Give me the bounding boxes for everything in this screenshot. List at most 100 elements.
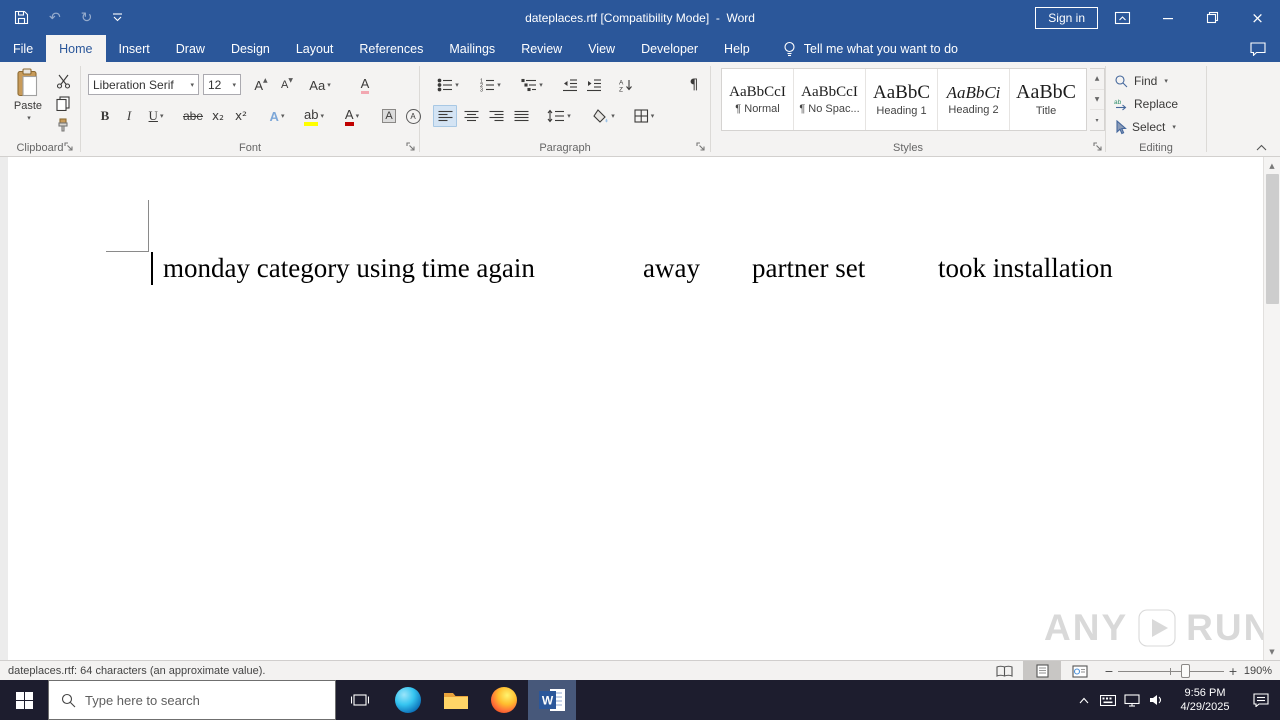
tab-help[interactable]: Help — [711, 35, 763, 62]
tab-developer[interactable]: Developer — [628, 35, 711, 62]
format-painter-button[interactable] — [52, 114, 74, 136]
increase-indent-button[interactable] — [582, 74, 606, 96]
cut-button[interactable] — [52, 70, 74, 92]
zoom-in-button[interactable]: + — [1226, 661, 1240, 681]
show-paragraph-marks-button[interactable]: ¶ — [682, 74, 706, 96]
scrollbar-thumb[interactable] — [1266, 174, 1279, 304]
action-center-icon[interactable] — [1242, 680, 1280, 720]
style-title[interactable]: AaBbC Title — [1010, 69, 1082, 130]
justify-button[interactable] — [509, 105, 533, 127]
document-text-segment[interactable]: away — [643, 252, 700, 286]
tab-insert[interactable]: Insert — [106, 35, 163, 62]
font-name-dropdown-icon[interactable]: ▾ — [190, 81, 194, 89]
minimize-button[interactable] — [1145, 0, 1190, 35]
print-layout-button[interactable] — [1023, 661, 1061, 681]
sort-button[interactable]: AZ — [613, 74, 639, 96]
subscript-button[interactable]: x₂ — [207, 105, 229, 127]
bullets-button[interactable]: ▾ — [433, 74, 463, 96]
shrink-font-button[interactable]: A ▼ — [275, 74, 299, 96]
zoom-out-button[interactable]: − — [1102, 661, 1116, 681]
scroll-down-icon[interactable]: ▼ — [1264, 643, 1280, 660]
show-hidden-icons-chevron[interactable] — [1072, 680, 1096, 720]
superscript-button[interactable]: x² — [230, 105, 252, 127]
style-heading-1[interactable]: AaBbC Heading 1 — [866, 69, 938, 130]
close-button[interactable]: × — [1235, 0, 1280, 35]
taskbar-file-explorer-button[interactable] — [432, 680, 480, 720]
change-case-button[interactable]: Aa ▾ — [303, 74, 337, 96]
gallery-scroll-down-icon[interactable]: ▼ — [1090, 90, 1104, 111]
ribbon-display-options-icon[interactable] — [1114, 10, 1131, 26]
highlight-color-button[interactable]: ab ▾ — [297, 105, 331, 127]
grow-font-button[interactable]: A ▲ — [249, 74, 273, 96]
paste-button[interactable]: Paste ▾ — [7, 68, 49, 138]
tab-layout[interactable]: Layout — [283, 35, 347, 62]
decrease-indent-button[interactable] — [558, 74, 582, 96]
redo-icon[interactable]: ↻ — [81, 11, 93, 25]
underline-button[interactable]: U ▾ — [141, 105, 171, 127]
clipboard-dialog-launcher-icon[interactable] — [64, 142, 74, 152]
tell-me-box[interactable]: Tell me what you want to do — [783, 35, 958, 62]
numbering-button[interactable]: 1 2 3 ▾ — [475, 74, 505, 96]
task-view-button[interactable] — [336, 680, 384, 720]
font-size-dropdown-icon[interactable]: ▾ — [232, 81, 236, 89]
tab-view[interactable]: View — [575, 35, 628, 62]
tab-file[interactable]: File — [0, 35, 46, 62]
tab-review[interactable]: Review — [508, 35, 575, 62]
vertical-scrollbar[interactable]: ▲ ▼ — [1263, 157, 1280, 660]
tab-design[interactable]: Design — [218, 35, 283, 62]
font-name-select[interactable]: Liberation Serif ▾ — [88, 74, 199, 95]
volume-icon[interactable] — [1144, 680, 1168, 720]
start-button[interactable] — [0, 680, 48, 720]
style-no-spacing[interactable]: AaBbCcI ¶ No Spac... — [794, 69, 866, 130]
align-right-button[interactable] — [484, 105, 508, 127]
gallery-more-icon[interactable]: ▾ — [1090, 110, 1104, 130]
tab-draw[interactable]: Draw — [163, 35, 218, 62]
feedback-icon[interactable] — [1250, 35, 1266, 62]
taskbar-word-button[interactable]: W — [528, 680, 576, 720]
touch-keyboard-icon[interactable] — [1096, 680, 1120, 720]
character-shading-button[interactable]: A — [377, 105, 401, 127]
document-text-segment[interactable]: partner set — [752, 252, 865, 286]
style-heading-2[interactable]: AaBbCi Heading 2 — [938, 69, 1010, 130]
document-text-segment[interactable]: monday category using time again — [163, 252, 535, 286]
borders-button[interactable]: ▾ — [628, 105, 660, 127]
search-input[interactable] — [85, 692, 315, 708]
save-icon[interactable] — [14, 10, 29, 25]
clear-formatting-button[interactable]: A — [353, 74, 377, 96]
tab-home[interactable]: Home — [46, 35, 106, 62]
taskbar-search[interactable] — [48, 680, 336, 720]
shading-button[interactable]: ▾ — [588, 105, 620, 127]
zoom-slider-track[interactable] — [1118, 671, 1224, 672]
gallery-scroll-up-icon[interactable]: ▲ — [1090, 69, 1104, 90]
undo-icon[interactable]: ↶ — [49, 11, 61, 25]
taskbar-firefox-button[interactable] — [480, 680, 528, 720]
taskbar-clock[interactable]: 9:56 PM 4/29/2025 — [1168, 686, 1242, 714]
select-button[interactable]: Select ▾ — [1114, 117, 1176, 137]
bold-button[interactable]: B — [95, 105, 115, 127]
restore-button[interactable] — [1190, 0, 1235, 35]
network-icon[interactable] — [1120, 680, 1144, 720]
sign-in-button[interactable]: Sign in — [1035, 6, 1098, 29]
strikethrough-button[interactable]: abe — [179, 105, 207, 127]
multilevel-list-button[interactable]: ▾ — [517, 74, 547, 96]
zoom-level[interactable]: 190% — [1244, 661, 1272, 681]
web-layout-button[interactable] — [1061, 661, 1099, 681]
text-effects-button[interactable]: A ▾ — [262, 105, 292, 127]
zoom-slider-thumb[interactable] — [1181, 664, 1190, 678]
replace-button[interactable]: ab Replace — [1114, 94, 1178, 114]
paragraph-dialog-launcher-icon[interactable] — [696, 142, 706, 152]
taskbar-edge-button[interactable] — [384, 680, 432, 720]
styles-dialog-launcher-icon[interactable] — [1093, 142, 1103, 152]
font-color-button[interactable]: A ▾ — [337, 105, 367, 127]
customize-quick-access-icon[interactable] — [112, 13, 123, 22]
paste-dropdown-icon[interactable]: ▾ — [27, 114, 31, 122]
tab-mailings[interactable]: Mailings — [436, 35, 508, 62]
style-normal[interactable]: AaBbCcI ¶ Normal — [722, 69, 794, 130]
align-center-button[interactable] — [459, 105, 483, 127]
collapse-ribbon-icon[interactable] — [1256, 144, 1267, 151]
character-count-status[interactable]: dateplaces.rtf: 64 characters (an approx… — [0, 665, 265, 677]
tab-references[interactable]: References — [346, 35, 436, 62]
font-size-select[interactable]: 12 ▾ — [203, 74, 241, 95]
document-page[interactable]: monday category using time again away pa… — [8, 157, 1270, 660]
find-button[interactable]: Find ▾ — [1114, 71, 1168, 91]
